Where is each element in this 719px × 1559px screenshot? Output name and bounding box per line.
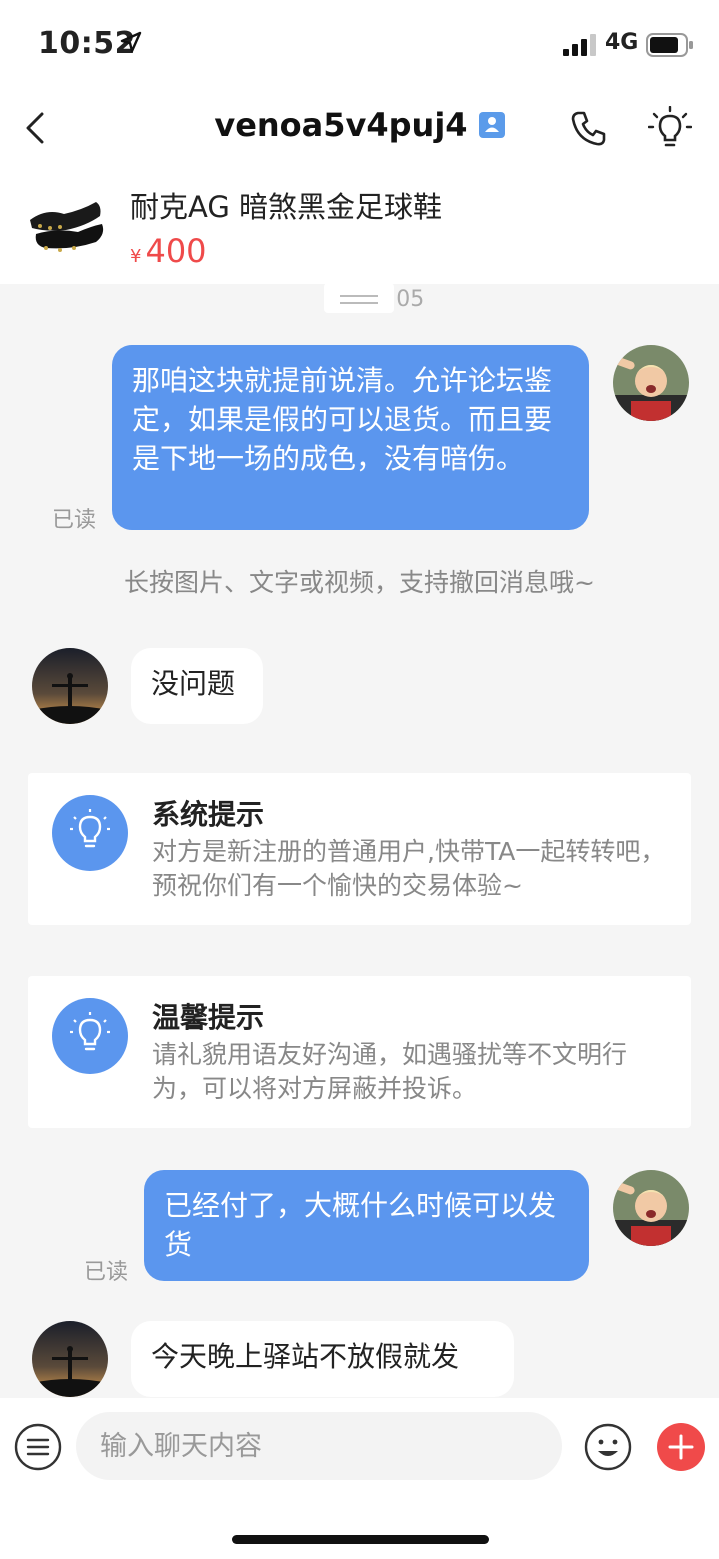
tip-notice-card: 温馨提示 请礼貌用语友好沟通，如遇骚扰等不文明行为，可以将对方屏蔽并投诉。 — [28, 976, 691, 1128]
read-receipt: 已读 — [84, 1260, 129, 1285]
notice-title: 系统提示 — [152, 798, 265, 831]
chat-input[interactable] — [76, 1412, 562, 1480]
battery-icon — [646, 33, 693, 57]
cellular-signal-icon — [563, 34, 596, 56]
message-text: 那咱这块就提前说清。允许论坛鉴定，如果是假的可以退货。而且要是下地一场的成色，没… — [132, 364, 553, 475]
emoji-icon[interactable] — [584, 1423, 632, 1471]
back-icon[interactable] — [18, 108, 58, 148]
network-type: 4G — [605, 30, 639, 55]
notice-body: 请礼貌用语友好沟通，如遇骚扰等不文明行为，可以将对方屏蔽并投诉。 — [152, 1040, 628, 1103]
menu-icon[interactable] — [14, 1423, 62, 1471]
system-notice-card: 系统提示 对方是新注册的普通用户,快带TA一起转转吧，预祝你们有一个愉快的交易体… — [28, 773, 691, 925]
peer-avatar[interactable] — [32, 1321, 108, 1397]
message-text: 没问题 — [151, 667, 236, 700]
chat-title: venoa5v4puj4 — [214, 106, 468, 144]
my-avatar[interactable] — [613, 345, 689, 421]
notice-title: 温馨提示 — [152, 1001, 265, 1034]
plus-icon[interactable] — [657, 1423, 705, 1471]
phone-icon[interactable] — [569, 108, 609, 148]
read-receipt: 已读 — [52, 508, 97, 533]
message-bubble-sent[interactable]: 那咱这块就提前说清。允许论坛鉴定，如果是假的可以退货。而且要是下地一场的成色，没… — [112, 345, 589, 530]
verified-icon — [478, 112, 505, 138]
message-bubble-sent[interactable]: 已经付了，大概什么时候可以发货 — [144, 1170, 589, 1281]
lightbulb-icon — [52, 795, 128, 871]
message-bubble-received[interactable]: 没问题 — [131, 648, 263, 724]
product-price: ¥400 — [130, 232, 207, 270]
notice-body: 对方是新注册的普通用户,快带TA一起转转吧，预祝你们有一个愉快的交易体验~ — [152, 837, 666, 900]
location-arrow-icon — [120, 31, 142, 53]
price-value: 400 — [145, 232, 207, 270]
product-title: 耐克AG 暗煞黑金足球鞋 — [130, 190, 443, 224]
chat-title-wrap: venoa5v4puj4 — [150, 106, 569, 144]
currency-symbol: ¥ — [130, 246, 142, 267]
recall-hint: 长按图片、文字或视频，支持撤回消息哦~ — [124, 568, 595, 597]
product-image[interactable] — [26, 190, 106, 262]
my-avatar[interactable] — [613, 1170, 689, 1246]
home-indicator[interactable] — [232, 1535, 489, 1544]
drag-handle-icon[interactable] — [324, 283, 394, 313]
peer-avatar[interactable] — [32, 648, 108, 724]
lightbulb-icon[interactable] — [648, 106, 692, 150]
lightbulb-icon — [52, 998, 128, 1074]
message-text: 已经付了，大概什么时候可以发货 — [164, 1189, 557, 1261]
message-text: 今天晚上驿站不放假就发 — [151, 1340, 460, 1373]
message-bubble-received[interactable]: 今天晚上驿站不放假就发 — [131, 1321, 514, 1397]
